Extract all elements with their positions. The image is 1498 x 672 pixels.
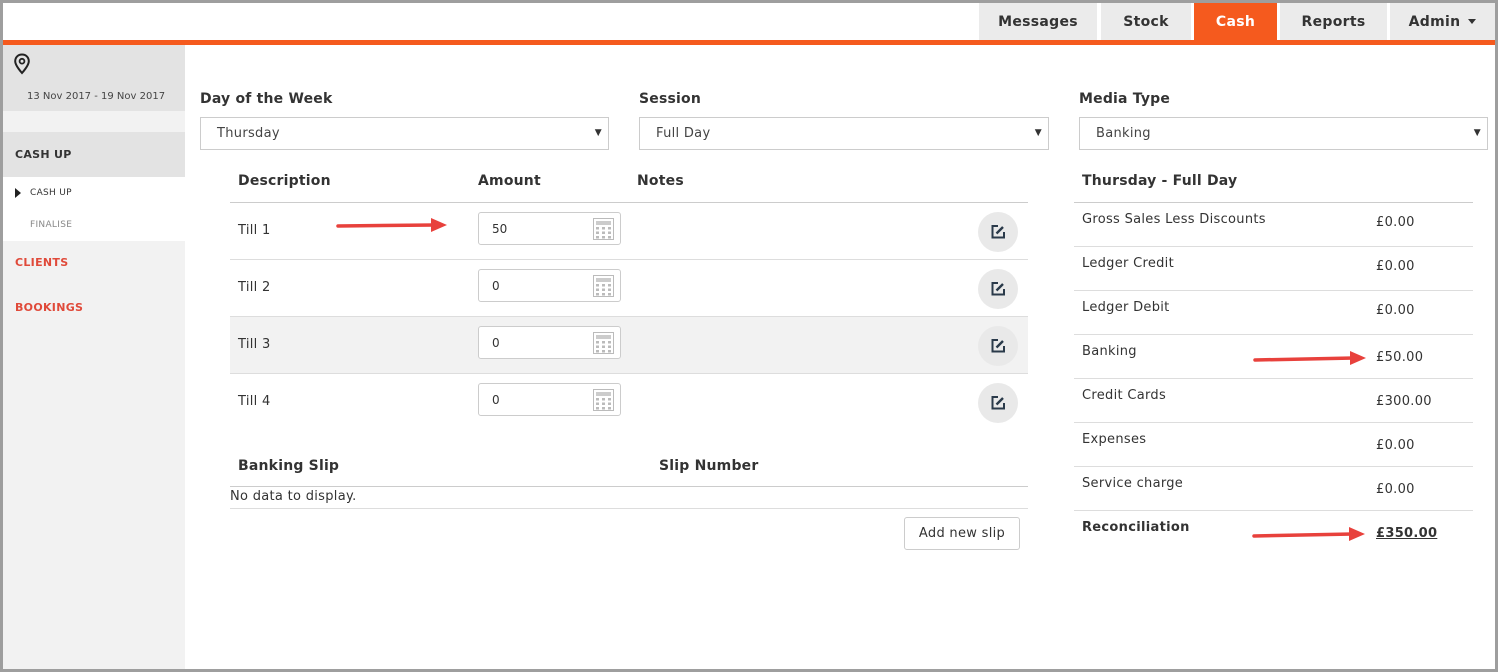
accent-bar xyxy=(3,40,1495,45)
till-description: Till 3 xyxy=(238,337,271,352)
edit-notes-button[interactable] xyxy=(978,383,1018,423)
add-new-slip-button[interactable]: Add new slip xyxy=(904,517,1020,550)
empty-state-text: No data to display. xyxy=(230,489,357,504)
reconciliation-label: Reconciliation xyxy=(1082,520,1190,535)
annotation-arrow-icon xyxy=(1253,351,1366,365)
sidebar-section-cash-up[interactable]: CASH UP xyxy=(3,132,185,177)
calculator-icon[interactable] xyxy=(593,218,614,240)
caret-down-icon xyxy=(1468,19,1477,24)
till-description: Till 2 xyxy=(238,280,271,295)
reconciliation-amount: £350.00 xyxy=(1376,526,1438,541)
sidebar-item-finalise[interactable]: FINALISE xyxy=(3,209,185,241)
map-pin-icon xyxy=(14,53,30,75)
day-label: Day of the Week xyxy=(200,91,333,107)
summary-title: Thursday - Full Day xyxy=(1082,173,1238,189)
summary-label: Banking xyxy=(1082,344,1137,359)
tab-reports[interactable]: Reports xyxy=(1280,3,1387,40)
summary-row: Gross Sales Less Discounts £0.00 xyxy=(1074,203,1473,247)
edit-notes-button[interactable] xyxy=(978,269,1018,309)
till-description: Till 4 xyxy=(238,394,271,409)
tab-messages[interactable]: Messages xyxy=(979,3,1097,40)
top-nav: Messages Stock Cash Reports Admin xyxy=(3,3,1495,40)
col-header-banking-slip: Banking Slip xyxy=(238,458,340,474)
media-type-label: Media Type xyxy=(1079,91,1171,107)
till-amount-input[interactable]: 0 xyxy=(478,326,621,359)
calculator-icon[interactable] xyxy=(593,332,614,354)
sidebar: 13 Nov 2017 - 19 Nov 2017 CASH UP CASH U… xyxy=(3,45,185,669)
tab-stock[interactable]: Stock xyxy=(1101,3,1191,40)
summary-amount: £300.00 xyxy=(1376,394,1432,409)
caret-down-icon: ▼ xyxy=(594,128,602,138)
summary-row: Service charge £0.00 xyxy=(1074,467,1473,511)
summary-row: Credit Cards £300.00 xyxy=(1074,379,1473,423)
summary-label: Gross Sales Less Discounts xyxy=(1082,212,1266,227)
annotation-arrow-icon xyxy=(336,218,447,232)
calculator-icon[interactable] xyxy=(593,389,614,411)
table-row: Till 3 0 xyxy=(230,317,1028,374)
edit-note-icon xyxy=(991,225,1005,239)
summary-amount: £0.00 xyxy=(1376,303,1415,318)
location-block[interactable]: 13 Nov 2017 - 19 Nov 2017 xyxy=(3,45,185,111)
summary-row: Expenses £0.00 xyxy=(1074,423,1473,467)
summary-row: Ledger Credit £0.00 xyxy=(1074,247,1473,291)
summary-amount: £50.00 xyxy=(1376,350,1424,365)
edit-note-icon xyxy=(991,339,1005,353)
sidebar-item-cash-up[interactable]: CASH UP xyxy=(3,177,185,209)
col-header-amount: Amount xyxy=(478,173,541,189)
summary-amount: £0.00 xyxy=(1376,482,1415,497)
summary-label: Expenses xyxy=(1082,432,1147,447)
summary-amount: £0.00 xyxy=(1376,215,1415,230)
slips-footer-divider xyxy=(230,508,1028,509)
caret-down-icon: ▼ xyxy=(1473,128,1481,138)
col-header-notes: Notes xyxy=(637,173,684,189)
summary-label: Credit Cards xyxy=(1082,388,1167,403)
session-select[interactable]: Full Day ▼ xyxy=(639,117,1049,150)
edit-note-icon xyxy=(991,282,1005,296)
annotation-arrow-icon xyxy=(1252,527,1365,541)
sidebar-link-bookings[interactable]: BOOKINGS xyxy=(15,301,83,314)
caret-down-icon: ▼ xyxy=(1034,128,1042,138)
tab-cash[interactable]: Cash xyxy=(1194,3,1277,40)
caret-right-icon xyxy=(15,188,21,198)
till-amount-input[interactable]: 0 xyxy=(478,383,621,416)
edit-notes-button[interactable] xyxy=(978,212,1018,252)
tab-admin[interactable]: Admin xyxy=(1390,3,1495,40)
till-amount-input[interactable]: 0 xyxy=(478,269,621,302)
slips-header-divider xyxy=(230,486,1028,487)
summary-label: Service charge xyxy=(1082,476,1184,491)
summary-amount: £0.00 xyxy=(1376,438,1415,453)
day-select[interactable]: Thursday ▼ xyxy=(200,117,609,150)
edit-note-icon xyxy=(991,396,1005,410)
col-header-description: Description xyxy=(238,173,331,189)
table-row: Till 2 0 xyxy=(230,260,1028,317)
till-amount-input[interactable]: 50 xyxy=(478,212,621,245)
summary-label: Ledger Credit xyxy=(1082,256,1174,271)
media-type-select[interactable]: Banking ▼ xyxy=(1079,117,1488,150)
calculator-icon[interactable] xyxy=(593,275,614,297)
summary-amount: £0.00 xyxy=(1376,259,1415,274)
till-description: Till 1 xyxy=(238,223,271,238)
session-label: Session xyxy=(639,91,702,107)
date-range: 13 Nov 2017 - 19 Nov 2017 xyxy=(27,91,166,102)
col-header-slip-number: Slip Number xyxy=(659,458,759,474)
summary-label: Ledger Debit xyxy=(1082,300,1170,315)
edit-notes-button[interactable] xyxy=(978,326,1018,366)
table-row: Till 4 0 xyxy=(230,374,1028,431)
sidebar-link-clients[interactable]: CLIENTS xyxy=(15,256,68,269)
summary-row: Ledger Debit £0.00 xyxy=(1074,291,1473,335)
